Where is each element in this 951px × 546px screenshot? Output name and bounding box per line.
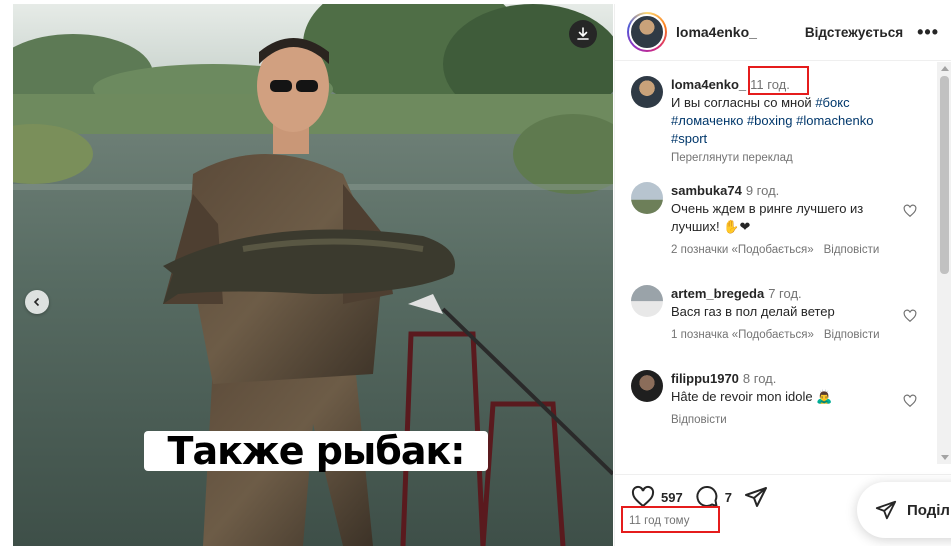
like-comment-icon[interactable]	[903, 204, 917, 218]
caption-author-avatar[interactable]	[631, 76, 663, 108]
comment-icon[interactable]	[695, 485, 719, 509]
like-comment-icon[interactable]	[903, 309, 917, 323]
scrollbar-thumb[interactable]	[940, 76, 949, 274]
comment-text: Очень ждем в ринге лучшего из лучших! ✋❤	[671, 201, 864, 234]
author-username[interactable]: loma4enko_	[676, 24, 757, 40]
previous-image-button[interactable]	[25, 290, 49, 314]
like-comment-icon[interactable]	[903, 394, 917, 408]
reply-link[interactable]: Відповісти	[671, 414, 727, 426]
comment-likes[interactable]: 2 позначки «Подобається»	[671, 244, 814, 256]
share-button[interactable]: Поділ	[857, 482, 951, 538]
comment-text: Hâte de revoir mon idole 🙇‍♂️	[671, 389, 833, 404]
comment-time[interactable]: 8 год.	[743, 371, 776, 386]
chevron-left-icon	[33, 297, 40, 307]
hashtag[interactable]: #lomachenko	[796, 113, 873, 128]
comments-scrollbar[interactable]	[937, 62, 951, 464]
hashtag[interactable]: #бокс	[815, 95, 849, 110]
hashtag[interactable]: #ломаченко	[671, 113, 743, 128]
following-button[interactable]: Відстежується	[805, 25, 903, 40]
caption-body: И вы согласны со мной	[671, 95, 812, 110]
commenter-avatar[interactable]	[631, 182, 663, 214]
scroll-down-icon[interactable]	[941, 455, 949, 460]
commenter-username[interactable]: sambuka74	[671, 183, 742, 198]
share-icon[interactable]	[744, 485, 768, 509]
commenter-username[interactable]: filippu1970	[671, 371, 739, 386]
post-timestamp[interactable]: 11 год тому	[629, 515, 689, 527]
scroll-up-icon[interactable]	[941, 66, 949, 71]
download-button[interactable]	[569, 20, 597, 48]
caption-username[interactable]: loma4enko_	[671, 77, 746, 92]
like-icon[interactable]	[631, 485, 655, 509]
author-avatar[interactable]	[627, 12, 667, 52]
post-media[interactable]: Также рыбак:	[13, 4, 613, 546]
comment-time[interactable]: 7 год.	[768, 286, 801, 301]
instagram-post-view: Также рыбак: loma4enko_ Відстежується ••…	[0, 0, 951, 546]
comment-time[interactable]: 9 год.	[746, 183, 779, 198]
reply-link[interactable]: Відповісти	[824, 244, 880, 256]
reply-link[interactable]: Відповісти	[824, 329, 880, 341]
media-text-overlay: Также рыбак:	[144, 431, 488, 471]
caption-text: И вы согласны со мной #бокс #ломаченко #…	[671, 94, 903, 148]
share-label: Поділ	[907, 501, 950, 519]
media-text-overlay-label: Также рыбак:	[167, 429, 466, 473]
see-translation-link[interactable]: Переглянути переклад	[671, 152, 903, 164]
comments-list[interactable]: loma4enko_ 11 год. И вы согласны со мной …	[615, 62, 937, 462]
comment-text: Вася газ в пол делай ветер	[671, 304, 835, 319]
caption-time[interactable]: 11 год.	[750, 77, 790, 92]
commenter-avatar[interactable]	[631, 285, 663, 317]
hashtag[interactable]: #sport	[671, 131, 707, 146]
commenter-username[interactable]: artem_bregeda	[671, 286, 764, 301]
commenter-avatar[interactable]	[631, 370, 663, 402]
like-count[interactable]: 597	[661, 490, 683, 505]
comment-count[interactable]: 7	[725, 490, 732, 505]
download-icon	[577, 27, 589, 40]
send-icon	[875, 500, 897, 520]
hashtag[interactable]: #boxing	[747, 113, 793, 128]
post-header: loma4enko_ Відстежується •••	[615, 4, 951, 61]
more-options-icon[interactable]: •••	[917, 22, 939, 43]
post-side-panel: loma4enko_ Відстежується ••• loma4enko_ 1…	[614, 4, 951, 546]
comment-likes[interactable]: 1 позначка «Подобається»	[671, 329, 814, 341]
